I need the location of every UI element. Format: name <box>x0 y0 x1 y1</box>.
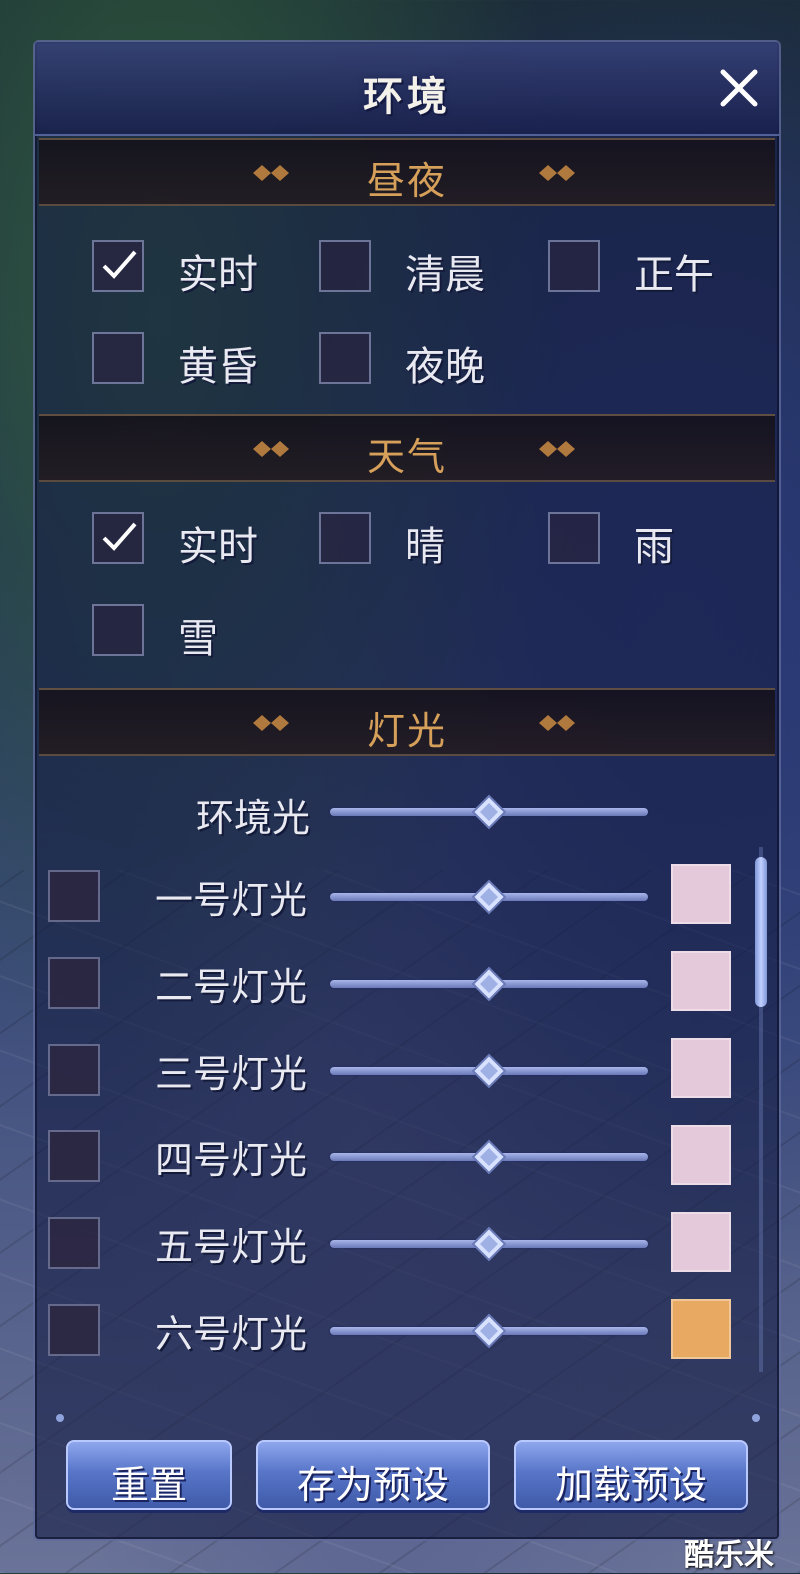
section-title-daynight: 昼夜 <box>366 159 447 203</box>
light-5-label: 五号灯光 <box>154 1225 307 1269</box>
light-5-color-swatch[interactable] <box>671 1212 731 1272</box>
light-3-slider[interactable] <box>330 1053 648 1089</box>
daynight-option-dusk[interactable]: 黄昏 <box>92 332 292 390</box>
window-title: 环境 <box>363 74 451 120</box>
option-label: 黄昏 <box>178 344 258 390</box>
light-5-slider[interactable] <box>330 1226 648 1262</box>
checkmark-icon <box>102 250 137 279</box>
light-6-checkbox[interactable] <box>48 1304 100 1356</box>
ornament-icon <box>539 715 575 731</box>
checkbox[interactable] <box>92 604 144 656</box>
light-6-slider[interactable] <box>330 1313 648 1349</box>
light-1-label: 一号灯光 <box>154 878 307 922</box>
load-preset-button-label: 加载预设 <box>554 1463 707 1507</box>
ambient-light-slider[interactable] <box>330 794 648 830</box>
light-4-slider[interactable] <box>330 1139 648 1175</box>
section-title-lighting: 灯光 <box>366 709 447 753</box>
checkbox[interactable] <box>319 332 371 384</box>
light-1-slider[interactable] <box>330 879 648 915</box>
checkmark-icon <box>102 522 137 551</box>
option-label: 晴 <box>405 524 445 570</box>
light-2-checkbox[interactable] <box>48 957 100 1009</box>
checkbox[interactable] <box>92 332 144 384</box>
divider-dot <box>56 1414 64 1422</box>
option-label: 实时 <box>178 252 258 298</box>
diamond-thumb-icon <box>471 1139 507 1175</box>
light-4-checkbox[interactable] <box>48 1130 100 1182</box>
load-preset-button[interactable]: 加载预设 <box>514 1440 748 1510</box>
checkbox[interactable] <box>548 240 600 292</box>
title-bar: 环境 <box>35 42 779 136</box>
slider-thumb[interactable] <box>471 1139 507 1175</box>
option-label: 实时 <box>178 524 258 570</box>
light-1-checkbox[interactable] <box>48 870 100 922</box>
option-label: 正午 <box>634 252 714 298</box>
daynight-option-noon[interactable]: 正午 <box>548 240 748 298</box>
lights-scrollbar[interactable] <box>755 847 767 1372</box>
ornament-icon <box>539 441 575 457</box>
environment-panel: 环境 昼夜 实时 清晨 正午 黄昏 夜晚 天气 实时 晴 雨 雪 灯光 环境光 … <box>33 40 781 1541</box>
light-4-label: 四号灯光 <box>154 1138 307 1182</box>
diamond-thumb-icon <box>471 1313 507 1349</box>
save-preset-button[interactable]: 存为预设 <box>256 1440 490 1510</box>
save-preset-button-label: 存为预设 <box>296 1463 449 1507</box>
divider-dot <box>752 1414 760 1422</box>
light-6-color-swatch[interactable] <box>671 1299 731 1359</box>
section-header-weather: 天气 <box>39 414 775 482</box>
light-3-checkbox[interactable] <box>48 1044 100 1096</box>
daynight-option-morning[interactable]: 清晨 <box>319 240 519 298</box>
light-3-color-swatch[interactable] <box>671 1038 731 1098</box>
diamond-thumb-icon <box>471 966 507 1002</box>
slider-thumb[interactable] <box>471 966 507 1002</box>
weather-option-sunny[interactable]: 晴 <box>319 512 519 570</box>
slider-thumb[interactable] <box>471 1226 507 1262</box>
checkbox[interactable] <box>92 512 144 564</box>
light-2-color-swatch[interactable] <box>671 951 731 1011</box>
checkbox[interactable] <box>319 240 371 292</box>
weather-option-rain[interactable]: 雨 <box>548 512 748 570</box>
option-label: 清晨 <box>405 252 485 298</box>
slider-thumb[interactable] <box>471 794 507 830</box>
daynight-option-realtime[interactable]: 实时 <box>92 240 292 298</box>
diamond-thumb-icon <box>471 794 507 830</box>
reset-button[interactable]: 重置 <box>66 1440 232 1510</box>
reset-button-label: 重置 <box>110 1463 187 1507</box>
ornament-icon <box>539 165 575 181</box>
close-icon <box>720 69 758 107</box>
section-header-daynight: 昼夜 <box>39 138 775 206</box>
weather-option-realtime[interactable]: 实时 <box>92 512 292 570</box>
light-2-label: 二号灯光 <box>154 965 307 1009</box>
light-6-label: 六号灯光 <box>154 1312 307 1356</box>
checkbox[interactable] <box>319 512 371 564</box>
light-4-color-swatch[interactable] <box>671 1125 731 1185</box>
close-button[interactable] <box>715 64 763 112</box>
slider-thumb[interactable] <box>471 1313 507 1349</box>
diamond-thumb-icon <box>471 1053 507 1089</box>
option-label: 夜晚 <box>405 344 485 390</box>
diamond-thumb-icon <box>471 879 507 915</box>
checkbox[interactable] <box>548 512 600 564</box>
section-header-lighting: 灯光 <box>39 688 775 756</box>
section-title-weather: 天气 <box>366 435 447 479</box>
weather-option-snow[interactable]: 雪 <box>92 604 292 662</box>
ambient-light-label: 环境光 <box>195 796 310 840</box>
slider-thumb[interactable] <box>471 1053 507 1089</box>
slider-thumb[interactable] <box>471 879 507 915</box>
watermark-text: 酷乐米 <box>684 1538 774 1573</box>
daynight-option-night[interactable]: 夜晚 <box>319 332 519 390</box>
diamond-thumb-icon <box>471 1226 507 1262</box>
light-3-label: 三号灯光 <box>154 1052 307 1096</box>
light-5-checkbox[interactable] <box>48 1217 100 1269</box>
scroll-thumb[interactable] <box>755 857 767 1007</box>
light-1-color-swatch[interactable] <box>671 864 731 924</box>
checkbox[interactable] <box>92 240 144 292</box>
option-label: 雪 <box>178 616 218 662</box>
option-label: 雨 <box>634 524 674 570</box>
light-2-slider[interactable] <box>330 966 648 1002</box>
